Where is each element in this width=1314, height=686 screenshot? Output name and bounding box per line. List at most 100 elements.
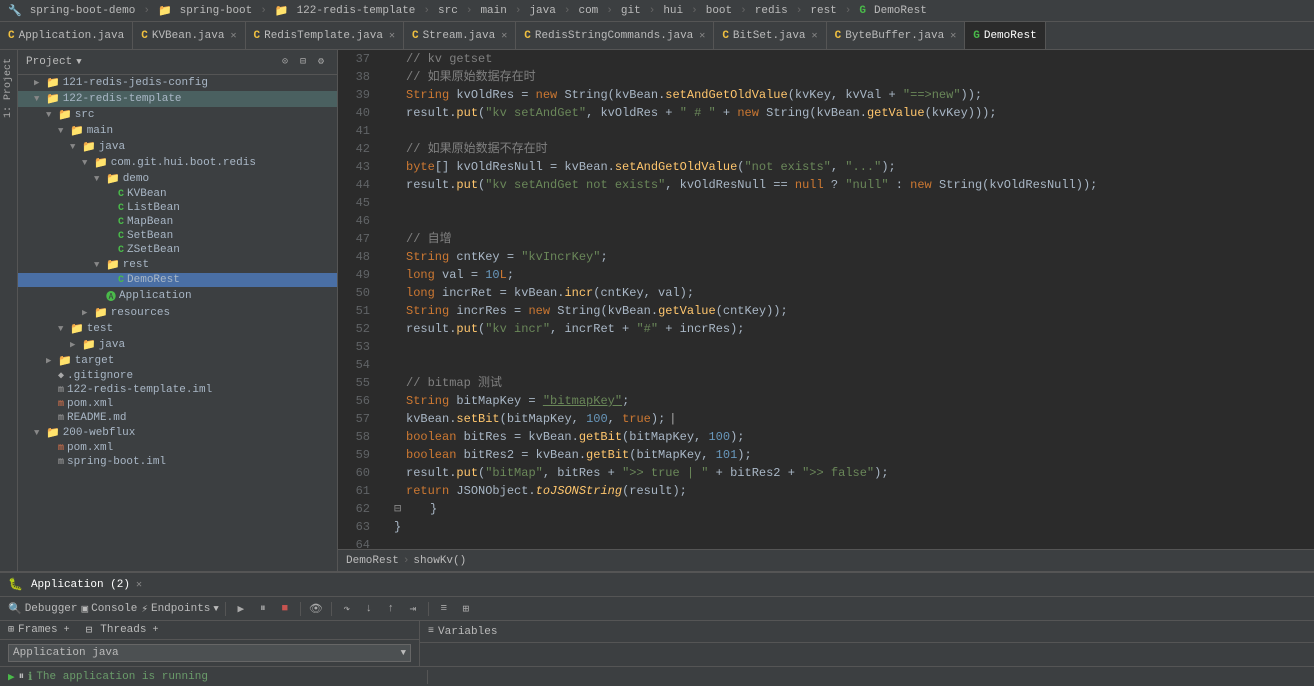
tree-item-listbean[interactable]: ▶ C ListBean: [18, 201, 337, 215]
code-line-41: [386, 122, 1314, 140]
tree-item-122[interactable]: ▼ 📁 122-redis-template: [18, 91, 337, 107]
tree-item-package[interactable]: ▼ 📁 com.git.hui.boot.redis: [18, 155, 337, 171]
code-line-39: String kvOldRes = new String(kvBean.setA…: [386, 86, 1314, 104]
status-running: ℹ The application is running: [28, 670, 208, 684]
endpoints-tab[interactable]: ⚡ Endpoints ▼: [141, 602, 218, 616]
tree-item-121[interactable]: ▶ 📁 121-redis-jedis-config: [18, 75, 337, 91]
debugger-tab[interactable]: 🔍 Debugger: [8, 602, 78, 616]
threads-add-icon: +: [153, 625, 159, 636]
title-bar: 🔧 spring-boot-demo › 📁 spring-boot › 📁 1…: [0, 0, 1314, 22]
code-line-60: result.put("bitMap", bitRes + ">> true |…: [386, 464, 1314, 482]
pause-btn[interactable]: ⏸: [254, 600, 272, 618]
console-tab[interactable]: ▣ Console: [82, 602, 138, 616]
tree-item-target[interactable]: ▶ 📁 target: [18, 353, 337, 369]
tab-bytebuffer-java[interactable]: C ByteBuffer.java ✕: [827, 22, 966, 49]
status-text: The application is running: [36, 671, 208, 683]
tree-item-mapbean[interactable]: ▶ C MapBean: [18, 215, 337, 229]
tab-icon-c: C: [8, 30, 15, 42]
tab-application-java[interactable]: C Application.java: [0, 22, 133, 49]
sidebar-collapse-btn[interactable]: ⊟: [295, 54, 311, 70]
code-line-40: result.put("kv setAndGet", kvOldRes + " …: [386, 104, 1314, 122]
tab-icon-c: C: [254, 30, 261, 42]
toolbar-sep-3: [331, 602, 332, 616]
tree-item-kvbean[interactable]: ▶ C KVBean: [18, 187, 337, 201]
frames-add-icon: +: [64, 625, 70, 636]
tree-item-gitignore[interactable]: ▶ ◆ .gitignore: [18, 369, 337, 383]
tree-arrow-target: ▶: [46, 356, 58, 366]
tree-arrow-empty: ▶: [106, 189, 118, 199]
tree-label-test: test: [87, 323, 113, 335]
folder-icon-121: 📁: [46, 76, 60, 90]
tree-item-pom[interactable]: ▶ m pom.xml: [18, 397, 337, 411]
sidebar-gear-btn[interactable]: ⚙: [313, 54, 329, 70]
tree-item-src[interactable]: ▼ 📁 src: [18, 107, 337, 123]
tab-kvbean-java[interactable]: C KVBean.java ✕: [133, 22, 245, 49]
code-line-64: [386, 536, 1314, 549]
folder-icon-target: 📁: [58, 354, 72, 368]
tab-close-icon[interactable]: ✕: [699, 30, 705, 42]
tree-item-readme[interactable]: ▶ m README.md: [18, 411, 337, 425]
breadcrumb: DemoRest › showKv(): [338, 549, 1314, 571]
frames-dropdown-arrow: ▼: [401, 648, 406, 658]
tab-close-icon[interactable]: ✕: [812, 30, 818, 42]
java-icon-demorest: C: [118, 275, 124, 286]
code-line-48: String cntKey = "kvIncrKey";: [386, 248, 1314, 266]
step-over-btn[interactable]: ↷: [338, 600, 356, 618]
tree-item-200[interactable]: ▼ 📁 200-webflux: [18, 425, 337, 441]
tree-item-resources[interactable]: ▶ 📁 resources: [18, 305, 337, 321]
tab-close-icon[interactable]: ✕: [230, 30, 236, 42]
folder-icon-src: 📁: [58, 108, 72, 122]
tab-redisstringcommands-java[interactable]: C RedisStringCommands.java ✕: [516, 22, 714, 49]
debugger-label: Debugger: [25, 603, 78, 615]
left-tab-strip: 1: Project: [0, 50, 18, 571]
debug-session-tab[interactable]: Application (2) ✕: [31, 579, 142, 591]
title-project-icon: 🔧: [8, 4, 22, 18]
tab-bitset-java[interactable]: C BitSet.java ✕: [714, 22, 826, 49]
step-into-btn[interactable]: ↓: [360, 600, 378, 618]
pause-small-btn[interactable]: ⏸: [19, 671, 25, 683]
resume-btn[interactable]: ▶: [232, 600, 250, 618]
tree-item-demo[interactable]: ▼ 📁 demo: [18, 171, 337, 187]
stop-btn[interactable]: ■: [276, 600, 294, 618]
tree-item-setbean[interactable]: ▶ C SetBean: [18, 229, 337, 243]
tab-close-icon[interactable]: ✕: [501, 30, 507, 42]
folder-icon-test: 📁: [70, 322, 84, 336]
code-content[interactable]: // kv getset // 如果原始数据存在时 String kvOldRe…: [378, 50, 1314, 549]
tree-item-java[interactable]: ▼ 📁 java: [18, 139, 337, 155]
tree-item-pom2[interactable]: ▶ m pom.xml: [18, 441, 337, 455]
tree-item-zsetbean[interactable]: ▶ C ZSetBean: [18, 243, 337, 257]
tree-label-pom: pom.xml: [67, 398, 113, 410]
title-com: com: [578, 5, 598, 17]
tree-label-springboot-iml: spring-boot.iml: [67, 456, 166, 468]
tree-arrow-demo: ▼: [94, 174, 106, 184]
project-tab[interactable]: 1: Project: [1, 54, 16, 122]
tab-demorest[interactable]: G DemoRest: [965, 22, 1045, 49]
tab-stream-java[interactable]: C Stream.java ✕: [404, 22, 516, 49]
tree-label-121: 121-redis-jedis-config: [63, 77, 208, 89]
tab-redistemplate-java[interactable]: C RedisTemplate.java ✕: [246, 22, 404, 49]
tree-item-iml[interactable]: ▶ m 122-redis-template.iml: [18, 383, 337, 397]
tree-item-demorest[interactable]: ▶ C DemoRest: [18, 273, 337, 287]
tab-close-icon[interactable]: ✕: [389, 30, 395, 42]
frames-dropdown[interactable]: Application java ▼: [8, 644, 411, 662]
more-btn[interactable]: ⊞: [457, 600, 475, 618]
folder-icon-122: 📁: [46, 92, 60, 106]
tree-item-test-java[interactable]: ▶ 📁 java: [18, 337, 337, 353]
tree-label-zsetbean: ZSetBean: [127, 244, 180, 256]
tab-close-icon[interactable]: ✕: [950, 30, 956, 42]
sidebar-sync-btn[interactable]: ⊙: [277, 54, 293, 70]
view-btn[interactable]: 👁: [307, 600, 325, 618]
tree-item-test[interactable]: ▼ 📁 test: [18, 321, 337, 337]
folder-icon-demo: 📁: [106, 172, 120, 186]
tree-item-rest[interactable]: ▼ 📁 rest: [18, 257, 337, 273]
tree-item-application[interactable]: ▶ 🅐 Application: [18, 287, 337, 305]
toolbar-sep-1: [225, 602, 226, 616]
step-out-btn[interactable]: ↑: [382, 600, 400, 618]
tree-item-springboot-iml[interactable]: ▶ m spring-boot.iml: [18, 455, 337, 469]
evaluate-btn[interactable]: ≡: [435, 600, 453, 618]
tree-item-main[interactable]: ▼ 📁 main: [18, 123, 337, 139]
debug-session-close[interactable]: ✕: [136, 579, 142, 591]
run-to-cursor-btn[interactable]: ⇥: [404, 600, 422, 618]
resume-small-btn[interactable]: ▶: [8, 670, 15, 684]
tree-label-122: 122-redis-template: [63, 93, 182, 105]
